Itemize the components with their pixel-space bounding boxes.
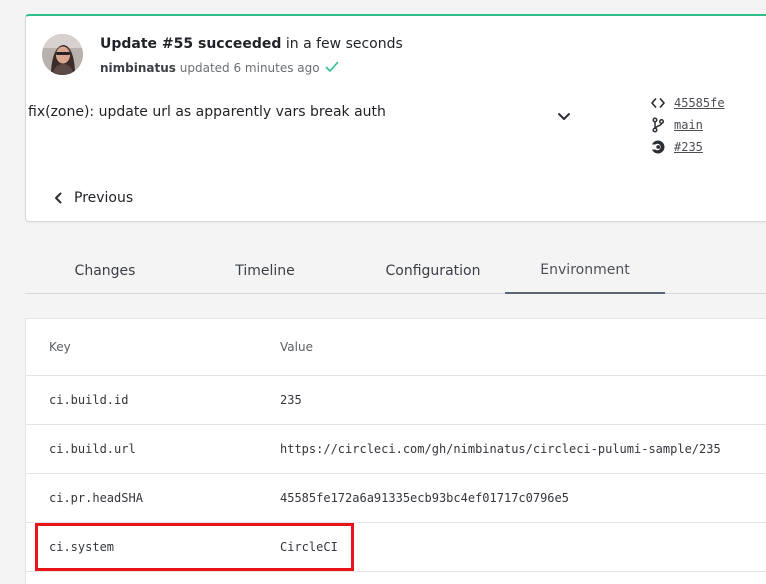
column-header-key: Key xyxy=(49,340,71,354)
env-key: ci.system xyxy=(49,540,115,554)
table-row: ci.build.id 235 xyxy=(26,376,766,425)
commit-message: fix(zone): update url as apparently vars… xyxy=(28,104,386,120)
tab-timeline[interactable]: Timeline xyxy=(201,248,329,294)
commit-meta-links: 45585fe main #235 xyxy=(650,92,760,158)
environment-table: Key Value ci.build.id 235 ci.build.url h… xyxy=(25,318,766,584)
table-row: ci.build.url https://circleci.com/gh/nim… xyxy=(26,425,766,474)
env-value: 235 xyxy=(280,393,302,407)
commit-link-row: 45585fe xyxy=(650,92,760,114)
env-key: ci.build.id xyxy=(49,393,129,407)
env-value: https://circleci.com/gh/nimbinatus/circl… xyxy=(280,442,721,456)
code-icon xyxy=(650,95,666,111)
tab-changes[interactable]: Changes xyxy=(41,248,169,294)
update-title: Update #55 succeeded in a few seconds xyxy=(100,36,403,52)
branch-link-row: main xyxy=(650,114,760,136)
update-status-label: Update #55 succeeded xyxy=(100,36,282,52)
tab-configuration[interactable]: Configuration xyxy=(361,248,505,294)
update-duration-text: in a few seconds xyxy=(281,36,403,52)
update-user[interactable]: nimbinatus xyxy=(100,61,176,75)
table-row: ci.pr.headSHA 45585fe172a6a91335ecb93bc4… xyxy=(26,474,766,523)
env-value: CircleCI xyxy=(280,540,338,554)
build-link[interactable]: #235 xyxy=(674,140,703,154)
update-time-text: updated 6 minutes ago xyxy=(175,61,320,75)
update-meta: nimbinatus updated 6 minutes ago xyxy=(100,61,339,75)
check-icon xyxy=(325,61,339,73)
previous-button[interactable]: Previous xyxy=(54,188,133,208)
table-header: Key Value xyxy=(26,319,766,376)
avatar[interactable] xyxy=(42,34,83,75)
env-value: 45585fe172a6a91335ecb93bc4ef01717c0796e5 xyxy=(280,491,569,505)
branch-link[interactable]: main xyxy=(674,118,703,132)
previous-label: Previous xyxy=(74,190,134,206)
env-key: ci.pr.headSHA xyxy=(49,491,143,505)
tab-bar: Changes Timeline Configuration Environme… xyxy=(25,248,766,294)
chevron-left-icon xyxy=(55,192,62,204)
chevron-down-icon[interactable] xyxy=(556,109,572,123)
git-branch-icon xyxy=(650,117,666,133)
column-header-value: Value xyxy=(280,340,313,354)
circleci-icon xyxy=(650,139,666,155)
update-card: Update #55 succeeded in a few seconds ni… xyxy=(25,14,766,222)
env-key: ci.build.url xyxy=(49,442,136,456)
table-row: ci.system CircleCI xyxy=(26,523,766,572)
tab-environment[interactable]: Environment xyxy=(505,248,665,294)
build-link-row: #235 xyxy=(650,136,760,158)
commit-sha-link[interactable]: 45585fe xyxy=(674,96,725,110)
